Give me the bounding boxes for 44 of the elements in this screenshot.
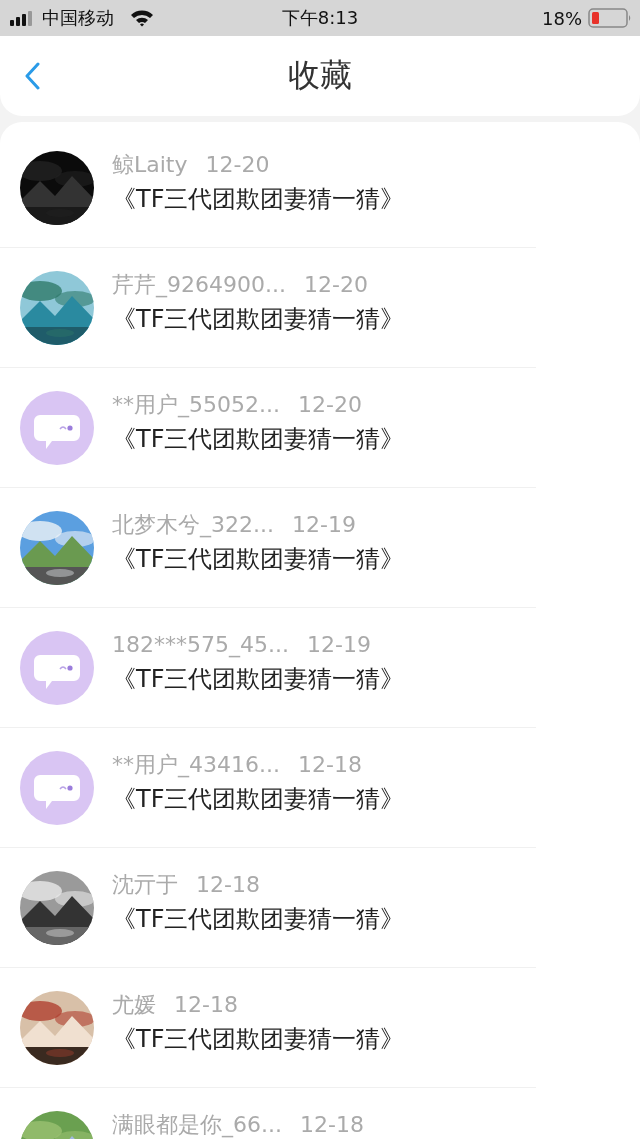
- date-label: 12-19: [292, 513, 356, 538]
- carrier-label: 中国移动: [42, 6, 114, 30]
- date-label: 12-18: [300, 1113, 364, 1138]
- wifi-icon: [130, 9, 154, 27]
- date-label: 12-18: [297, 753, 362, 778]
- back-icon: [24, 62, 40, 90]
- user-name: 沈亓于: [112, 873, 178, 898]
- user-name: **用户_55052...: [112, 393, 280, 418]
- clock: 下午8:13: [281, 6, 359, 30]
- favorite-item[interactable]: **用户_43416... 12-18 《TF三代团欺团妻猜一猜》: [0, 728, 536, 848]
- favorite-item[interactable]: 沈亓于 12-18 《TF三代团欺团妻猜一猜》: [0, 848, 536, 968]
- user-name: 北梦木兮_322...: [112, 513, 274, 538]
- chat-bubble-icon: [20, 391, 94, 465]
- favorite-item[interactable]: 鲸Laity 12-20 《TF三代团欺团妻猜一猜》: [0, 128, 536, 248]
- date-label: 12-18: [174, 993, 238, 1018]
- date-label: 12-20: [205, 153, 270, 178]
- date-label: 12-19: [306, 633, 371, 658]
- favorite-item[interactable]: 尤媛 12-18 《TF三代团欺团妻猜一猜》: [0, 968, 536, 1088]
- post-title: 《TF三代团欺团妻猜一猜》: [112, 904, 405, 936]
- user-name: **用户_43416...: [112, 753, 280, 778]
- chat-bubble-icon: [20, 631, 94, 705]
- chat-bubble-icon: [20, 751, 94, 825]
- battery-percentage: 18%: [542, 7, 582, 29]
- battery-icon: [588, 8, 632, 28]
- post-title: 《TF三代团欺团妻猜一猜》: [112, 1024, 405, 1056]
- favorite-item[interactable]: **用户_55052... 12-20 《TF三代团欺团妻猜一猜》: [0, 368, 536, 488]
- user-name: 尤媛: [112, 993, 156, 1018]
- favorite-item[interactable]: 182***575_45... 12-19 《TF三代团欺团妻猜一猜》: [0, 608, 536, 728]
- post-title: 《TF三代团欺团妻猜一猜》: [112, 544, 405, 576]
- post-title: 《TF三代团欺团妻猜一猜》: [112, 184, 405, 216]
- user-name: 182***575_45...: [112, 633, 289, 658]
- date-label: 12-20: [297, 393, 362, 418]
- post-title: 《TF三代团欺团妻猜一猜》: [112, 424, 405, 456]
- page-title: 收藏: [288, 55, 352, 96]
- user-name: 满眼都是你_66...: [112, 1113, 282, 1138]
- favorite-item[interactable]: 北梦木兮_322... 12-19 《TF三代团欺团妻猜一猜》: [0, 488, 536, 608]
- post-title: 《TF三代团欺团妻猜一猜》: [112, 664, 405, 696]
- date-label: 12-18: [196, 873, 260, 898]
- date-label: 12-20: [303, 273, 368, 298]
- post-title: 《TF三代团欺团妻猜一猜》: [112, 784, 405, 816]
- favorite-item[interactable]: 芹芹_9264900... 12-20 《TF三代团欺团妻猜一猜》: [0, 248, 536, 368]
- user-name: 鲸Laity: [112, 153, 188, 178]
- post-title: 《TF三代团欺团妻猜一猜》: [112, 304, 405, 336]
- user-name: 芹芹_9264900...: [112, 273, 286, 298]
